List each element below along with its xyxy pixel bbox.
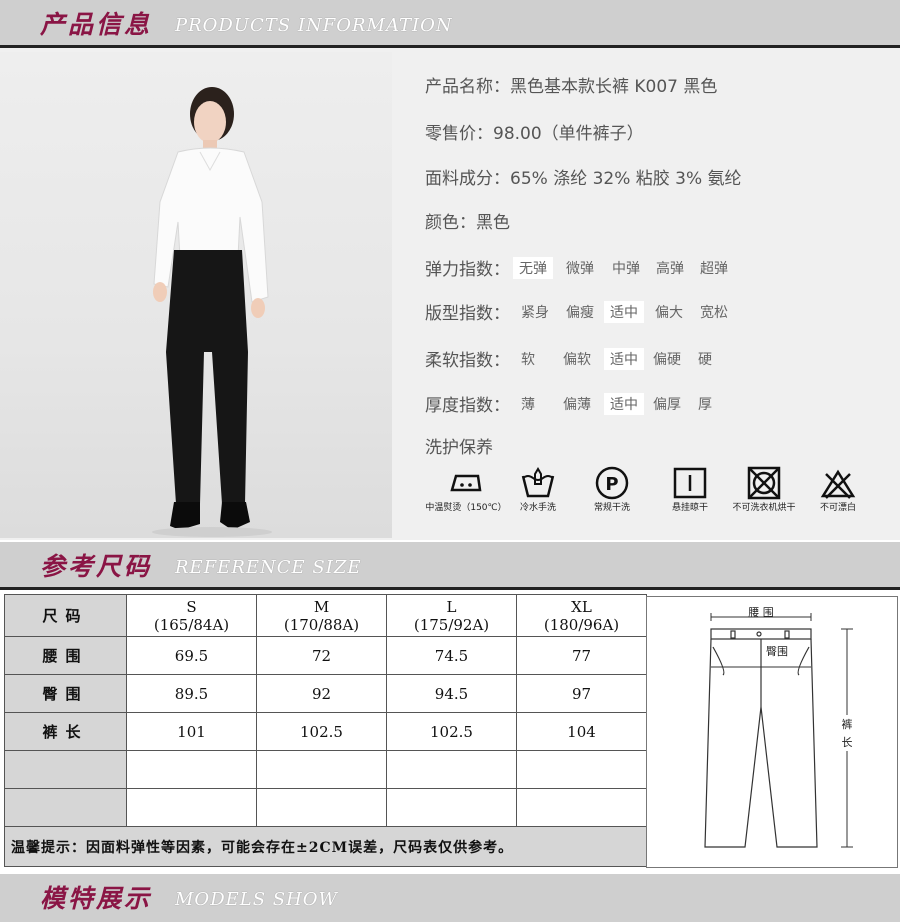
table-cell: 72 xyxy=(256,636,387,675)
table-cell: 69.5 xyxy=(126,636,257,675)
elasticity-label: 弹力指数： xyxy=(425,260,510,280)
softness-option: 硬 xyxy=(698,352,712,368)
size-corner-cell: 尺码 xyxy=(4,594,127,637)
softness-option: 偏硬 xyxy=(653,352,681,368)
table-cell: 77 xyxy=(516,636,647,675)
care-item-dry-clean: P 常规干洗 xyxy=(586,466,638,513)
table-row: 臀围 89.5 92 94.5 97 xyxy=(4,674,647,713)
reference-size-header: 参考尺码 REFERENCE SIZE xyxy=(0,542,900,590)
retail-price: 零售价：98.00（单件裤子） xyxy=(425,124,644,144)
elasticity-option: 超弹 xyxy=(700,261,728,277)
size-table: 尺码 S (165/84A) M (170/88A) L (175/92A) XL (1… xyxy=(4,594,647,867)
care-label: 不可洗衣机烘干 xyxy=(732,503,796,513)
hip-label: 臀围 xyxy=(766,645,788,658)
elasticity-option: 微弹 xyxy=(566,261,594,277)
section-title-cn: 模特展示 xyxy=(40,884,153,913)
table-cell: 104 xyxy=(516,712,647,751)
thickness-label: 厚度指数： xyxy=(425,396,510,416)
fit-option: 适中 xyxy=(604,301,644,323)
length-label-top: 裤 xyxy=(842,717,853,731)
table-cell: 94.5 xyxy=(386,674,517,713)
products-info-header: 产品信息 PRODUCTS INFORMATION xyxy=(0,0,900,48)
care-item-iron: 中温熨烫（150℃） xyxy=(422,466,510,513)
product-info-panel: 产品名称：黑色基本款长裤 K007 黑色 零售价：98.00（单件裤子） 面料成… xyxy=(0,48,900,540)
care-title: 洗护保养 xyxy=(425,438,493,458)
hang-dry-icon xyxy=(673,467,707,499)
table-header-row: 尺码 S (165/84A) M (170/88A) L (175/92A) XL (1… xyxy=(4,594,647,637)
care-item-no-tumble-dry: 不可洗衣机烘干 xyxy=(724,466,804,513)
care-label: 不可漂白 xyxy=(819,503,856,513)
size-column-m: M (170/88A) xyxy=(256,594,387,637)
table-row: 腰围 69.5 72 74.5 77 xyxy=(4,636,647,675)
fit-option: 宽松 xyxy=(700,305,728,321)
model-photo xyxy=(0,52,392,538)
note-row: 温馨提示：因面料弹性等因素，可能会存在±2CM误差，尺码表仅供参考。 xyxy=(4,826,647,867)
length-label-bottom: 长 xyxy=(842,736,853,749)
dry-clean-icon: P xyxy=(595,466,629,500)
waist-label: 腰 围 xyxy=(748,606,774,619)
empty-row xyxy=(4,788,647,827)
fit-label: 版型指数： xyxy=(425,304,510,324)
thickness-option: 偏薄 xyxy=(563,397,591,413)
thickness-option: 厚 xyxy=(698,397,712,413)
elasticity-option: 无弹 xyxy=(513,257,553,279)
row-label-hip: 臀围 xyxy=(4,674,127,713)
row-label-waist: 腰围 xyxy=(4,636,127,675)
table-cell: 92 xyxy=(256,674,387,713)
care-label: 悬挂晾干 xyxy=(671,503,708,513)
size-column-xl: XL (180/96A) xyxy=(516,594,647,637)
product-name: 产品名称：黑色基本款长裤 K007 黑色 xyxy=(425,77,718,97)
table-cell: 74.5 xyxy=(386,636,517,675)
care-label: 冷水手洗 xyxy=(519,503,556,513)
fit-option: 偏瘦 xyxy=(566,305,594,321)
hand-wash-icon xyxy=(521,467,555,498)
row-label-length: 裤长 xyxy=(4,712,127,751)
softness-option: 偏软 xyxy=(563,352,591,368)
thickness-option: 薄 xyxy=(521,397,535,413)
no-bleach-icon xyxy=(820,469,856,499)
softness-option: 适中 xyxy=(604,348,644,370)
elasticity-option: 中弹 xyxy=(612,261,640,277)
models-show-header: 模特展示 MODELS SHOW xyxy=(0,874,900,922)
section-title-en: PRODUCTS INFORMATION xyxy=(175,15,453,36)
thickness-option: 偏厚 xyxy=(653,397,681,413)
softness-label: 柔软指数： xyxy=(425,351,510,371)
iron-icon xyxy=(450,474,482,492)
table-cell: 97 xyxy=(516,674,647,713)
softness-option: 软 xyxy=(521,352,535,368)
table-cell: 89.5 xyxy=(126,674,257,713)
care-label: 中温熨烫（150℃） xyxy=(425,503,507,513)
care-label: 常规干洗 xyxy=(593,503,630,513)
care-item-hang-dry: 悬挂晾干 xyxy=(664,466,716,513)
table-cell: 101 xyxy=(126,712,257,751)
trousers-diagram: 腰 围 臀围 裤 长 xyxy=(646,596,898,868)
thickness-option: 适中 xyxy=(604,393,644,415)
table-row: 裤长 101 102.5 102.5 104 xyxy=(4,712,647,751)
section-title-en: REFERENCE SIZE xyxy=(175,557,362,578)
section-title-cn: 参考尺码 xyxy=(40,552,153,581)
size-column-s: S (165/84A) xyxy=(126,594,257,637)
table-cell: 102.5 xyxy=(256,712,387,751)
empty-row xyxy=(4,750,647,789)
size-column-l: L (175/92A) xyxy=(386,594,517,637)
fabric-composition: 面料成分：65% 涤纶 32% 粘胶 3% 氨纶 xyxy=(425,169,742,189)
care-item-no-bleach: 不可漂白 xyxy=(812,466,864,513)
section-title-en: MODELS SHOW xyxy=(175,889,339,910)
svg-text:P: P xyxy=(605,474,618,495)
fit-option: 偏大 xyxy=(655,305,683,321)
section-title-cn: 产品信息 xyxy=(40,10,153,39)
care-item-hand-wash: 冷水手洗 xyxy=(512,466,564,513)
fit-option: 紧身 xyxy=(521,305,549,321)
size-note: 温馨提示：因面料弹性等因素，可能会存在±2CM误差，尺码表仅供参考。 xyxy=(4,826,647,867)
no-tumble-dry-icon xyxy=(747,466,781,500)
table-cell: 102.5 xyxy=(386,712,517,751)
elasticity-option: 高弹 xyxy=(656,261,684,277)
product-color: 颜色：黑色 xyxy=(425,213,510,233)
